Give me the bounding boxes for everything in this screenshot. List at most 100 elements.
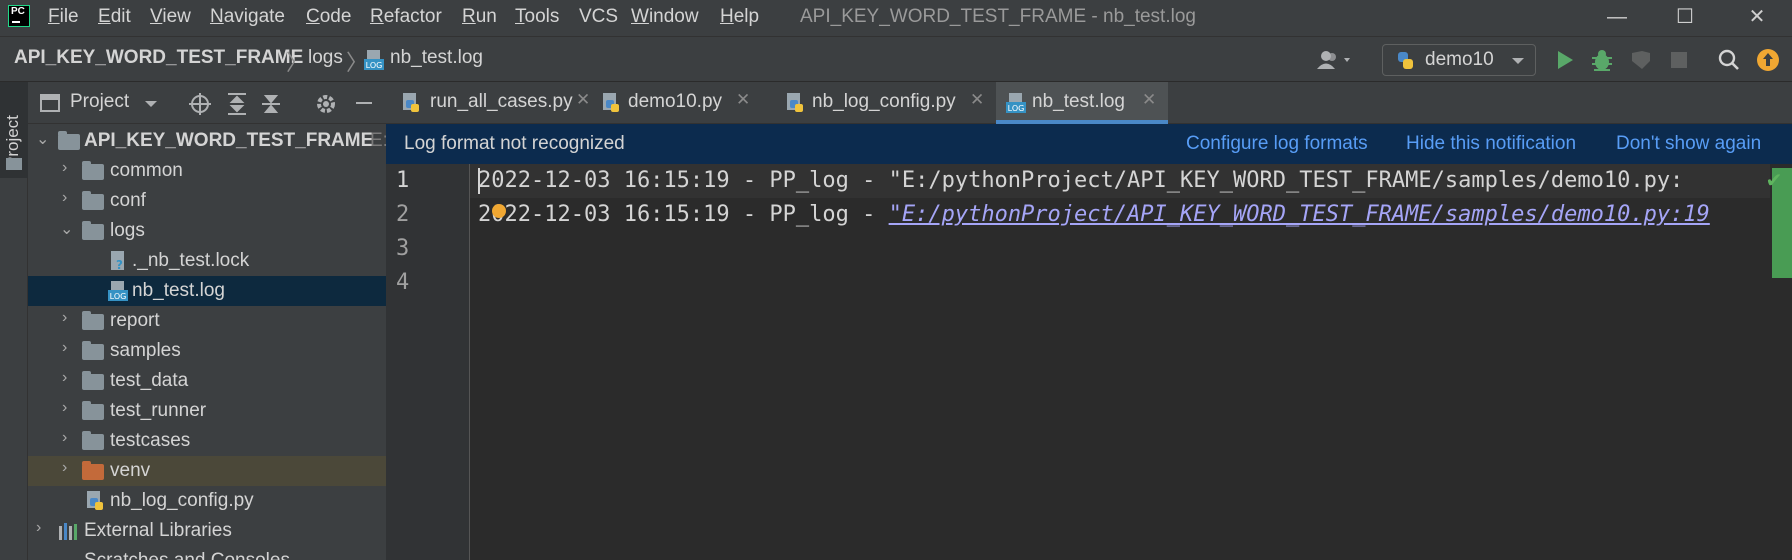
user-icon[interactable] <box>1316 49 1356 71</box>
tree-item-venv[interactable]: › venv <box>28 456 386 486</box>
run-icon[interactable] <box>1554 49 1576 71</box>
tree-item-report[interactable]: › report <box>28 306 386 336</box>
run-config-dropdown[interactable]: demo10 <box>1382 44 1536 76</box>
chevron-right-icon[interactable]: › <box>62 459 67 477</box>
tree-item-label: conf <box>110 190 146 211</box>
tree-item-logs[interactable]: ⌄ logs <box>28 216 386 246</box>
file-path-link[interactable]: "E:/pythonProject/API_KEY_WORD_TEST_FRAM… <box>889 202 1710 227</box>
hide-notification-link[interactable]: Hide this notification <box>1406 133 1576 155</box>
tree-item-test-data[interactable]: › test_data <box>28 366 386 396</box>
tree-item-label: nb_test.log <box>132 280 225 301</box>
tree-item-label: samples <box>110 340 181 361</box>
breadcrumb-project[interactable]: API_KEY_WORD_TEST_FRAME <box>14 47 303 69</box>
project-tool-window-button[interactable]: Project <box>0 82 28 178</box>
tab-label: nb_log_config.py <box>812 91 956 112</box>
python-icon <box>1398 52 1413 69</box>
menu-vcs[interactable]: VCS <box>579 6 618 28</box>
search-icon[interactable] <box>1718 49 1740 71</box>
menu-window[interactable]: Window <box>631 6 699 28</box>
svg-text:LOG: LOG <box>1008 104 1025 113</box>
chevron-down-icon[interactable]: ⌄ <box>36 129 49 149</box>
hide-panel-icon[interactable] <box>356 102 372 104</box>
menu-tools[interactable]: Tools <box>515 6 559 28</box>
editor-area[interactable]: 1 2 3 4 2022-12-03 16:15:19 - PP_log - "… <box>386 164 1792 560</box>
menu-view[interactable]: View <box>150 6 191 28</box>
chevron-right-icon[interactable]: › <box>62 429 67 447</box>
stop-icon[interactable] <box>1670 51 1688 69</box>
close-tab-icon[interactable]: ✕ <box>970 90 984 110</box>
tab-demo10[interactable]: demo10.py ✕ <box>596 82 752 124</box>
tree-item-lock-file[interactable]: ? ._nb_test.lock <box>28 246 386 276</box>
close-tab-icon[interactable]: ✕ <box>1142 90 1156 110</box>
tab-nb-log-config[interactable]: nb_log_config.py ✕ <box>784 82 984 124</box>
tree-item-common[interactable]: › common <box>28 156 386 186</box>
left-tool-stripe: Project <box>0 82 28 560</box>
chevron-down-icon[interactable] <box>144 100 158 108</box>
chevron-right-icon[interactable]: › <box>62 339 67 357</box>
tree-item-nb-log-config[interactable]: nb_log_config.py <box>28 486 386 516</box>
project-panel-title[interactable]: Project <box>70 91 129 113</box>
tree-item-test-runner[interactable]: › test_runner <box>28 396 386 426</box>
title-bar: PC File Edit View Navigate Code Refactor… <box>0 0 1792 36</box>
dont-show-again-link[interactable]: Don't show again <box>1616 133 1761 155</box>
tree-item-conf[interactable]: › conf <box>28 186 386 216</box>
tree-item-label: logs <box>110 220 145 241</box>
tree-item-external-libraries[interactable]: › External Libraries <box>28 516 386 546</box>
tree-item-nb-test-log[interactable]: LOG nb_test.log <box>28 276 386 306</box>
maximize-button[interactable]: ☐ <box>1650 0 1720 36</box>
tab-nb-test-log[interactable]: LOG nb_test.log ✕ <box>996 82 1168 124</box>
chevron-right-icon[interactable]: › <box>62 189 67 207</box>
menu-help[interactable]: Help <box>720 6 759 28</box>
editor-tabs: run_all_cases.py ✕ demo10.py ✕ nb_log_co… <box>386 82 1792 124</box>
window-title: API_KEY_WORD_TEST_FRAME - nb_test.log <box>800 6 1196 27</box>
menu-navigate[interactable]: Navigate <box>210 6 285 28</box>
python-file-icon <box>403 93 419 112</box>
collapse-all-icon[interactable] <box>260 92 282 116</box>
intention-bulb-icon[interactable] <box>492 204 506 218</box>
chevron-down-icon <box>1512 58 1524 64</box>
chevron-down-icon[interactable]: ⌄ <box>60 219 73 239</box>
tree-item-samples[interactable]: › samples <box>28 336 386 366</box>
tree-item-label: testcases <box>110 430 191 451</box>
chevron-right-icon[interactable]: › <box>62 399 67 417</box>
menu-code[interactable]: Code <box>306 6 351 28</box>
menu-edit[interactable]: Edit <box>98 6 131 28</box>
chevron-right-icon[interactable]: › <box>62 309 67 327</box>
tree-item-scratches[interactable]: Scratches and Consoles <box>28 546 386 560</box>
navigation-bar: API_KEY_WORD_TEST_FRAME 〉 logs 〉 LOG nb_… <box>0 36 1792 82</box>
close-tab-icon[interactable]: ✕ <box>576 90 590 110</box>
coverage-icon[interactable] <box>1630 49 1652 71</box>
folder-icon <box>82 311 104 330</box>
menu-refactor[interactable]: Refactor <box>370 6 442 28</box>
breadcrumb-logs[interactable]: logs <box>308 47 343 69</box>
folder-icon <box>82 341 104 360</box>
inspection-ok-icon[interactable]: ✔ <box>1762 168 1786 192</box>
close-window-button[interactable]: ✕ <box>1722 0 1792 36</box>
chevron-right-icon[interactable]: › <box>36 519 41 537</box>
close-tab-icon[interactable]: ✕ <box>736 90 750 110</box>
breadcrumb-file[interactable]: nb_test.log <box>390 47 483 69</box>
excluded-folder-icon <box>82 461 104 480</box>
line-number: 3 <box>396 236 410 261</box>
code-line: 2022-12-03 16:15:19 - PP_log - "E:/pytho… <box>478 168 1683 193</box>
menu-run[interactable]: Run <box>462 6 497 28</box>
menu-file[interactable]: File <box>48 6 79 28</box>
chevron-right-icon[interactable]: › <box>62 159 67 177</box>
debug-icon[interactable] <box>1590 48 1614 72</box>
minimize-button[interactable]: — <box>1582 0 1652 36</box>
tree-item-project-root[interactable]: ⌄ API_KEY_WORD_TEST_FRAME E: <box>28 126 388 156</box>
svg-text:LOG: LOG <box>366 61 383 70</box>
update-icon[interactable] <box>1756 48 1780 72</box>
chevron-right-icon[interactable]: › <box>62 369 67 387</box>
configure-log-formats-link[interactable]: Configure log formats <box>1186 133 1368 155</box>
tree-item-testcases[interactable]: › testcases <box>28 426 386 456</box>
notification-text: Log format not recognized <box>404 133 625 154</box>
tab-run-all-cases[interactable]: run_all_cases.py ✕ <box>386 82 590 124</box>
tree-item-label: ._nb_test.lock <box>132 250 250 271</box>
expand-all-icon[interactable] <box>226 92 248 116</box>
notification-bar: Log format not recognized Configure log … <box>386 124 1792 164</box>
gear-icon[interactable] <box>314 92 338 116</box>
folder-icon <box>58 131 80 150</box>
tab-label: demo10.py <box>628 91 723 112</box>
locate-target-icon[interactable] <box>188 92 212 116</box>
